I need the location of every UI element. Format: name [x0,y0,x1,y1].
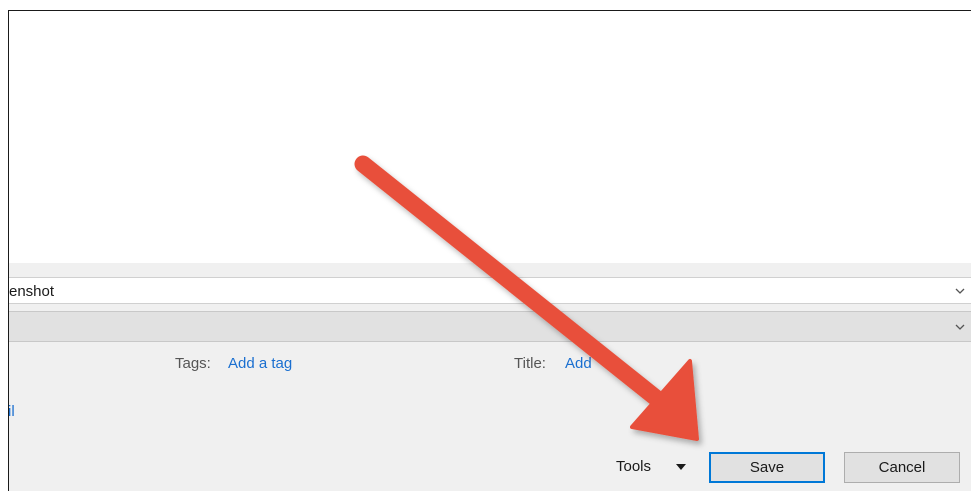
save-button[interactable]: Save [709,452,825,483]
add-tag-link[interactable]: Add a tag [228,355,292,372]
add-title-link-start: Add [565,355,592,372]
tags-label: Tags: [175,355,211,372]
screenshot: enshot Tags: Add a tag Title: Add itle i… [0,0,971,491]
chevron-down-icon[interactable] [953,284,967,298]
add-title-link-end: itle [604,355,624,372]
chevron-down-icon[interactable] [953,320,967,334]
file-name-value: enshot [9,283,55,300]
cancel-button[interactable]: Cancel [844,452,960,483]
left-link-fragment[interactable]: il [9,403,15,420]
title-label: Title: [514,355,546,372]
tools-menu[interactable]: Tools [616,458,651,475]
save-as-dialog: enshot Tags: Add a tag Title: Add itle i… [8,10,971,491]
file-name-field[interactable]: enshot [9,277,971,304]
save-as-type-field[interactable] [9,311,971,342]
add-title-link[interactable]: Add itle [565,355,623,372]
caret-down-icon[interactable] [676,464,686,470]
file-list-area[interactable] [9,11,971,263]
